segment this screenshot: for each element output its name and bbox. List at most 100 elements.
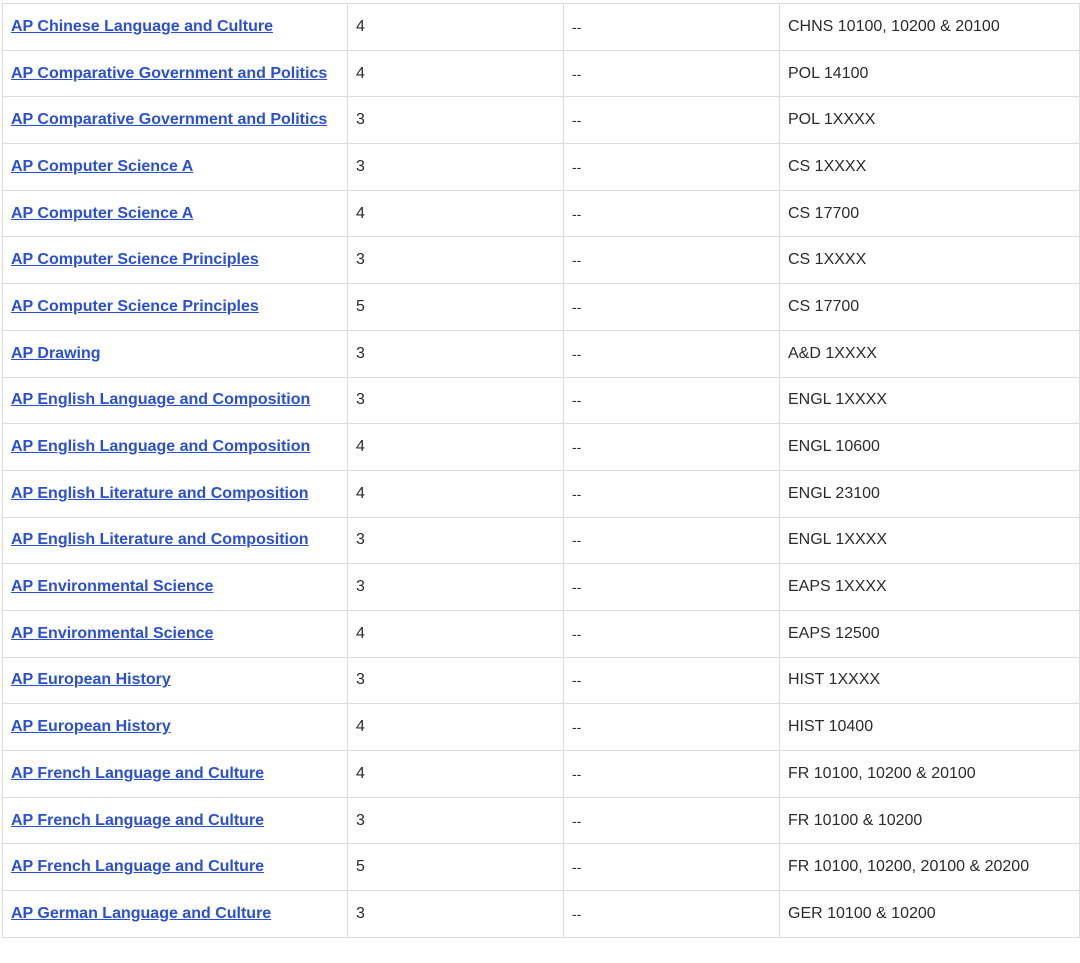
table-row: AP Environmental Science 4 -- EAPS 12500 — [2, 609, 1080, 658]
course-cell: AP Computer Science A — [2, 143, 348, 191]
course-cell: AP Computer Science Principles — [2, 283, 348, 331]
score-cell: 4 — [347, 609, 564, 658]
course-link[interactable]: AP Computer Science Principles — [11, 298, 259, 315]
score-cell: 3 — [347, 143, 564, 191]
equivalent-course-cell: HIST 1XXXX — [779, 656, 1080, 705]
course-link[interactable]: AP Computer Science A — [11, 158, 193, 175]
equivalent-course-cell: EAPS 12500 — [779, 609, 1080, 658]
course-link[interactable]: AP Environmental Science — [11, 625, 213, 642]
score-cell: 5 — [347, 843, 564, 892]
equivalent-course-cell: ENGL 1XXXX — [779, 376, 1080, 425]
table-body: AP Chinese Language and Culture 4 -- CHNS 1… — [2, 3, 1080, 938]
course-cell: AP English Language and Composition — [2, 376, 348, 425]
table-row: AP English Language and Composition 4 -- EN… — [2, 423, 1080, 471]
course-link[interactable]: AP Comparative Government and Politics — [11, 65, 327, 82]
equivalent-course-cell: EAPS 1XXXX — [779, 563, 1080, 611]
table-row: AP Computer Science A 3 -- CS 1XXXX — [2, 143, 1080, 191]
course-link[interactable]: AP German Language and Culture — [11, 905, 271, 922]
ap-credit-table: AP Chinese Language and Culture 4 -- CHNS 1… — [2, 3, 1080, 938]
course-cell: AP Computer Science A — [2, 189, 348, 238]
placeholder-cell: -- — [563, 796, 780, 845]
placeholder-cell: -- — [563, 423, 780, 471]
table-row: AP French Language and Culture 3 -- FR 1010… — [2, 796, 1080, 845]
course-link[interactable]: AP English Language and Composition — [11, 391, 310, 408]
equivalent-course-cell: FR 10100, 10200 & 20100 — [779, 750, 1080, 798]
placeholder-cell: -- — [563, 469, 780, 518]
placeholder-cell: -- — [563, 843, 780, 892]
placeholder-cell: -- — [563, 329, 780, 378]
course-cell: AP Chinese Language and Culture — [2, 3, 348, 51]
course-link[interactable]: AP English Language and Composition — [11, 438, 310, 455]
course-link[interactable]: AP European History — [11, 718, 171, 735]
placeholder-cell: -- — [563, 890, 780, 938]
score-cell: 4 — [347, 703, 564, 751]
score-cell: 3 — [347, 96, 564, 145]
equivalent-course-cell: GER 10100 & 10200 — [779, 890, 1080, 938]
credit-table-container: AP Chinese Language and Culture 4 -- CHNS 1… — [0, 0, 1080, 963]
course-cell: AP Comparative Government and Politics — [2, 96, 348, 145]
score-cell: 3 — [347, 656, 564, 705]
table-row: AP Computer Science Principles 5 -- CS 1770… — [2, 283, 1080, 331]
placeholder-cell: -- — [563, 703, 780, 751]
equivalent-course-cell: CS 1XXXX — [779, 236, 1080, 285]
placeholder-cell: -- — [563, 283, 780, 331]
equivalent-course-cell: CS 17700 — [779, 283, 1080, 331]
placeholder-cell: -- — [563, 563, 780, 611]
course-link[interactable]: AP English Literature and Composition — [11, 531, 309, 548]
score-cell: 4 — [347, 189, 564, 238]
course-link[interactable]: AP French Language and Culture — [11, 858, 264, 875]
score-cell: 4 — [347, 469, 564, 518]
equivalent-course-cell: A&D 1XXXX — [779, 329, 1080, 378]
course-link[interactable]: AP French Language and Culture — [11, 765, 264, 782]
course-cell: AP Environmental Science — [2, 609, 348, 658]
equivalent-course-cell: ENGL 1XXXX — [779, 516, 1080, 565]
table-row: AP German Language and Culture 3 -- GER 101… — [2, 890, 1080, 938]
score-cell: 3 — [347, 329, 564, 378]
placeholder-cell: -- — [563, 376, 780, 425]
course-link[interactable]: AP Chinese Language and Culture — [11, 18, 273, 35]
placeholder-cell: -- — [563, 3, 780, 51]
course-cell: AP Drawing — [2, 329, 348, 378]
course-cell: AP European History — [2, 656, 348, 705]
course-link[interactable]: AP Computer Science Principles — [11, 251, 259, 268]
course-cell: AP French Language and Culture — [2, 796, 348, 845]
placeholder-cell: -- — [563, 516, 780, 565]
table-row: AP English Literature and Composition 3 --… — [2, 516, 1080, 565]
course-cell: AP French Language and Culture — [2, 843, 348, 892]
course-cell: AP English Literature and Composition — [2, 516, 348, 565]
course-cell: AP Computer Science Principles — [2, 236, 348, 285]
equivalent-course-cell: HIST 10400 — [779, 703, 1080, 751]
course-link[interactable]: AP Drawing — [11, 345, 101, 362]
course-cell: AP European History — [2, 703, 348, 751]
table-row: AP French Language and Culture 5 -- FR 1010… — [2, 843, 1080, 892]
placeholder-cell: -- — [563, 143, 780, 191]
placeholder-cell: -- — [563, 609, 780, 658]
course-link[interactable]: AP English Literature and Composition — [11, 485, 309, 502]
table-row: AP Computer Science Principles 3 -- CS 1XXX… — [2, 236, 1080, 285]
table-row: AP Comparative Government and Politics 3-… — [2, 96, 1080, 145]
course-link[interactable]: AP Computer Science A — [11, 205, 193, 222]
score-cell: 5 — [347, 283, 564, 331]
course-link[interactable]: AP French Language and Culture — [11, 812, 264, 829]
score-cell: 3 — [347, 563, 564, 611]
score-cell: 3 — [347, 890, 564, 938]
placeholder-cell: -- — [563, 96, 780, 145]
equivalent-course-cell: CS 17700 — [779, 189, 1080, 238]
course-link[interactable]: AP Comparative Government and Politics — [11, 111, 327, 128]
table-row: AP European History 4 -- HIST 10400 — [2, 703, 1080, 751]
placeholder-cell: -- — [563, 656, 780, 705]
equivalent-course-cell: FR 10100 & 10200 — [779, 796, 1080, 845]
score-cell: 4 — [347, 49, 564, 98]
course-cell: AP Comparative Government and Politics — [2, 49, 348, 98]
course-link[interactable]: AP European History — [11, 671, 171, 688]
equivalent-course-cell: CS 1XXXX — [779, 143, 1080, 191]
equivalent-course-cell: POL 1XXXX — [779, 96, 1080, 145]
equivalent-course-cell: CHNS 10100, 10200 & 20100 — [779, 3, 1080, 51]
course-link[interactable]: AP Environmental Science — [11, 578, 213, 595]
score-cell: 3 — [347, 796, 564, 845]
table-row: AP Environmental Science 3 -- EAPS 1XXXX — [2, 563, 1080, 611]
table-row: AP English Literature and Composition 4 --… — [2, 469, 1080, 518]
score-cell: 4 — [347, 423, 564, 471]
table-row: AP Computer Science A 4 -- CS 17700 — [2, 189, 1080, 238]
equivalent-course-cell: ENGL 23100 — [779, 469, 1080, 518]
